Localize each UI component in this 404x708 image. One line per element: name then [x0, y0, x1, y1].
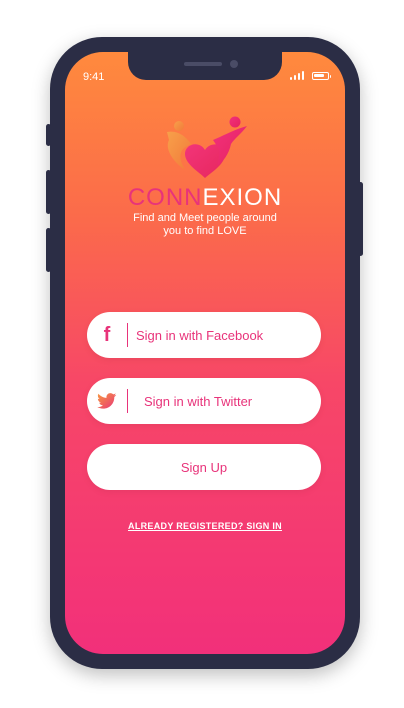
battery-icon: [312, 71, 331, 80]
tagline-line1: Find and Meet people around: [133, 212, 277, 224]
twitter-signin-button[interactable]: Sign in with Twitter: [87, 378, 321, 424]
twitter-bird-icon: [87, 393, 127, 409]
app-screen: 9:41 CONNEXION Find and Meet people arou…: [65, 52, 345, 654]
brand-name-part1: CONN: [127, 184, 203, 211]
phone-frame: 9:41 CONNEXION Find and Meet people arou…: [50, 37, 360, 669]
volume-down-button: [46, 228, 51, 272]
status-time: 9:41: [83, 71, 105, 83]
facebook-icon: f: [103, 324, 111, 346]
notch: [128, 52, 282, 80]
signup-label: Sign Up: [180, 459, 228, 475]
front-camera: [230, 60, 238, 68]
power-button: [358, 182, 363, 256]
heart-people-logo-icon: [167, 116, 247, 178]
signup-button[interactable]: Sign Up: [87, 444, 321, 490]
already-registered-signin-link[interactable]: ALREADY REGISTERED? SIGN IN: [65, 521, 345, 531]
facebook-signin-button[interactable]: f Sign in with Facebook: [87, 312, 321, 358]
divider: [127, 389, 128, 413]
brand-name: CONNEXION: [65, 184, 345, 212]
divider: [127, 323, 128, 347]
mute-switch: [46, 124, 51, 146]
signal-icon: [289, 71, 304, 80]
brand-name-part2: EXION: [202, 184, 283, 211]
tagline: Find and Meet people around you to find …: [105, 212, 305, 238]
tagline-line2: you to find LOVE: [163, 225, 247, 237]
twitter-signin-label: Sign in with Twitter: [144, 393, 253, 409]
facebook-signin-label: Sign in with Facebook: [136, 327, 264, 343]
volume-up-button: [46, 170, 51, 214]
status-indicators: [289, 71, 331, 80]
speaker: [184, 62, 222, 66]
